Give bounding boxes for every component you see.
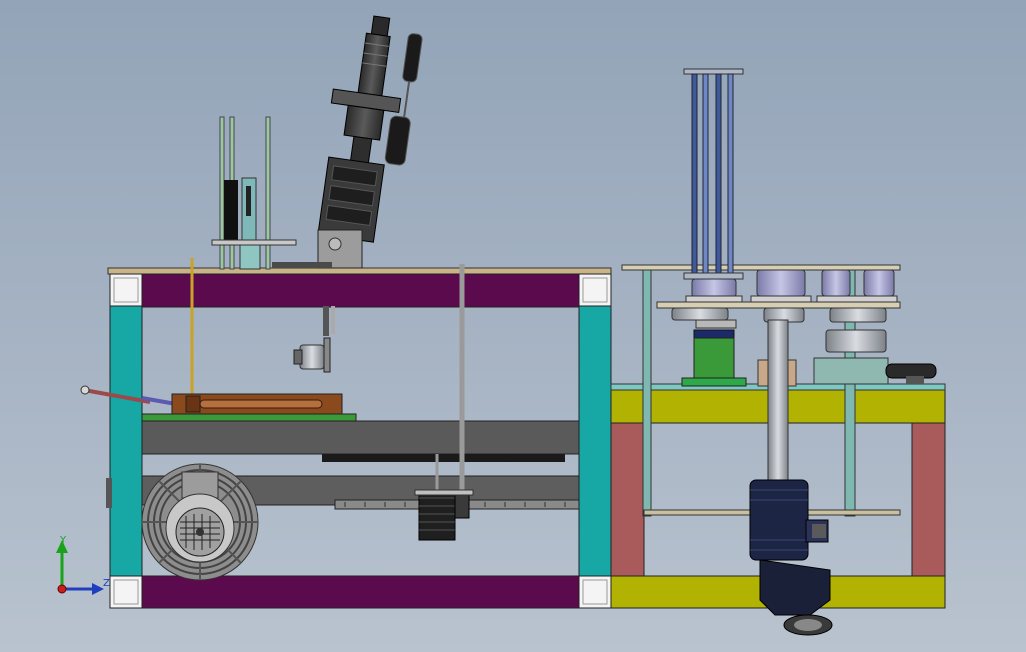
tilted-spindle-assembly (317, 15, 423, 243)
bottom-purple-beam (141, 575, 580, 609)
corner-block-bl (109, 575, 143, 609)
cad-model-drawing: Y Z (56, 15, 946, 636)
middle-turret-plate (656, 301, 901, 309)
right-teal-post (578, 305, 612, 577)
small-geared-motor (293, 306, 335, 373)
ring-blower (141, 463, 259, 581)
stepper-motor (414, 489, 474, 541)
blue-rod-cage (683, 68, 744, 280)
corner-block-br (578, 575, 612, 609)
corner-block-tr (578, 273, 612, 307)
black-rack-strip (322, 454, 565, 462)
top-purple-beam (141, 273, 580, 308)
z-axis-label: Z (103, 578, 110, 589)
upper-gray-rail (141, 420, 580, 455)
spindle-base-clamp (272, 229, 363, 269)
cad-viewport[interactable]: Y Z (0, 0, 1026, 652)
top-table-plate (107, 267, 612, 275)
lower-turret-parts (671, 307, 937, 387)
right-frame-post-right (911, 422, 946, 577)
top-left-guide-assembly (211, 116, 297, 270)
coordinate-triad: Y Z (56, 535, 110, 595)
corner-block-tl (109, 273, 143, 307)
frame-stub-left (106, 478, 112, 508)
right-frame-post-left (610, 422, 645, 577)
upper-turret-plate (621, 264, 901, 271)
green-slide-plate (141, 413, 357, 422)
y-axis-label: Y (59, 535, 67, 546)
left-teal-post (109, 305, 143, 577)
